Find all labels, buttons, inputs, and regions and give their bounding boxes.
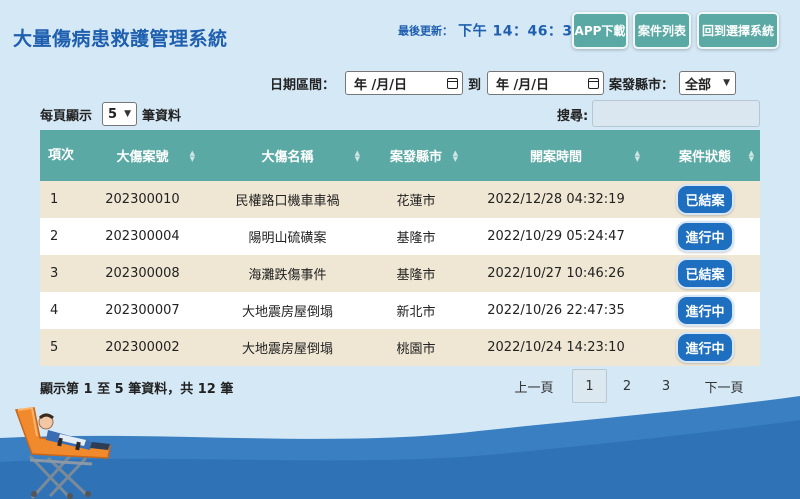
date-start-value: 年 /月/日	[354, 77, 408, 93]
sort-icon[interactable]: ▲ ▼	[190, 149, 195, 162]
cell-case-id: 202300008	[80, 255, 205, 292]
pagination-page-2[interactable]: 2	[612, 369, 642, 403]
pagination-next[interactable]: 下一頁	[695, 369, 753, 403]
cell-status: 進行中	[650, 329, 760, 366]
date-to-label: 到	[468, 77, 482, 93]
cell-city: 基隆市	[370, 218, 462, 255]
per-page-prefix: 每頁顯示	[40, 108, 93, 124]
column-header-opened-time[interactable]: 開案時間 ▲ ▼	[462, 130, 650, 181]
cell-case-id: 202300004	[80, 218, 205, 255]
cell-status: 進行中	[650, 218, 760, 255]
cell-opened-time: 2022/10/29 05:24:47	[462, 218, 650, 255]
column-header-city[interactable]: 案發縣市 ▲ ▼	[370, 130, 462, 181]
date-end-input[interactable]: 年 /月/日	[487, 71, 604, 95]
last-updated-label: 最後更新：	[398, 24, 453, 38]
cell-opened-time: 2022/12/28 04:32:19	[462, 181, 650, 218]
city-filter-label: 案發縣市：	[609, 77, 675, 93]
cell-city: 桃園市	[370, 329, 462, 366]
column-header-case-id[interactable]: 大傷案號 ▲ ▼	[80, 130, 205, 181]
last-updated-time: 下午 14：46：31	[458, 23, 583, 40]
cell-no: 2	[40, 218, 80, 255]
cell-case-id: 202300010	[80, 181, 205, 218]
cell-case-name: 陽明山硫磺案	[205, 218, 370, 255]
sort-icon[interactable]: ▲ ▼	[635, 149, 640, 162]
date-start-input[interactable]: 年 /月/日	[345, 71, 463, 95]
column-header-case-name[interactable]: 大傷名稱 ▲ ▼	[205, 130, 370, 181]
cell-city: 基隆市	[370, 255, 462, 292]
cell-no: 5	[40, 329, 80, 366]
chevron-down-icon: ▼	[124, 109, 131, 119]
cell-case-name: 大地震房屋倒塌	[205, 292, 370, 329]
cell-case-name: 民權路口機車車禍	[205, 181, 370, 218]
sort-icon[interactable]: ▲ ▼	[453, 149, 458, 162]
stretcher-illustration	[14, 406, 111, 499]
cell-city: 花蓮市	[370, 181, 462, 218]
sort-icon[interactable]: ▲ ▼	[355, 149, 360, 162]
date-end-value: 年 /月/日	[496, 77, 550, 93]
cell-case-id: 202300002	[80, 329, 205, 366]
table-row[interactable]: 5 202300002 大地震房屋倒塌 桃園市 2022/10/24 14:23…	[40, 329, 760, 366]
pagination-prev[interactable]: 上一頁	[505, 369, 563, 403]
last-updated: 最後更新： 下午 14：46：31	[398, 20, 583, 41]
cell-no: 1	[40, 181, 80, 218]
case-table: 項次 大傷案號 ▲ ▼ 大傷名稱 ▲ ▼ 案發縣市 ▲ ▼ 開案時間 ▲ ▼ 案件狀態 ▲ ▼ 1 …	[40, 130, 760, 366]
back-to-select-system-button[interactable]: 回到選擇系統	[697, 12, 779, 49]
cell-opened-time: 2022/10/26 22:47:35	[462, 292, 650, 329]
cell-no: 3	[40, 255, 80, 292]
chevron-down-icon: ▼	[723, 78, 730, 88]
cell-no: 4	[40, 292, 80, 329]
search-input[interactable]	[592, 100, 760, 127]
table-row[interactable]: 4 202300007 大地震房屋倒塌 新北市 2022/10/26 22:47…	[40, 292, 760, 329]
status-badge[interactable]: 已結案	[676, 258, 734, 289]
cell-status: 已結案	[650, 255, 760, 292]
status-badge[interactable]: 進行中	[676, 221, 734, 252]
city-select[interactable]: 全部 ▼	[679, 71, 736, 95]
calendar-icon[interactable]	[447, 77, 458, 89]
pagination-page-3[interactable]: 3	[650, 369, 682, 403]
cell-status: 進行中	[650, 292, 760, 329]
table-header-row: 項次 大傷案號 ▲ ▼ 大傷名稱 ▲ ▼ 案發縣市 ▲ ▼ 開案時間 ▲ ▼ 案件狀態 ▲ ▼	[40, 130, 760, 181]
per-page-value: 5	[108, 106, 118, 122]
cell-city: 新北市	[370, 292, 462, 329]
search-label: 搜尋:	[557, 108, 589, 124]
table-row[interactable]: 2 202300004 陽明山硫磺案 基隆市 2022/10/29 05:24:…	[40, 218, 760, 255]
cell-opened-time: 2022/10/24 14:23:10	[462, 329, 650, 366]
cell-case-id: 202300007	[80, 292, 205, 329]
cell-case-name: 海灘跌傷事件	[205, 255, 370, 292]
calendar-icon[interactable]	[588, 77, 599, 89]
case-list-button[interactable]: 案件列表	[633, 12, 691, 49]
table-row[interactable]: 1 202300010 民權路口機車車禍 花蓮市 2022/12/28 04:3…	[40, 181, 760, 218]
app-download-button[interactable]: APP下載	[572, 12, 628, 49]
status-badge[interactable]: 已結案	[676, 184, 734, 215]
status-badge[interactable]: 進行中	[676, 295, 734, 326]
column-header-no[interactable]: 項次	[40, 130, 80, 181]
city-select-value: 全部	[685, 77, 712, 93]
table-row[interactable]: 3 202300008 海灘跌傷事件 基隆市 2022/10/27 10:46:…	[40, 255, 760, 292]
per-page-select[interactable]: 5 ▼	[102, 102, 137, 126]
pagination-page-1[interactable]: 1	[572, 369, 607, 403]
cell-opened-time: 2022/10/27 10:46:26	[462, 255, 650, 292]
status-badge[interactable]: 進行中	[676, 332, 734, 363]
cell-case-name: 大地震房屋倒塌	[205, 329, 370, 366]
date-range-label: 日期區間：	[270, 77, 336, 93]
table-info: 顯示第 1 至 5 筆資料，共 12 筆	[40, 382, 234, 397]
column-header-status[interactable]: 案件狀態 ▲ ▼	[650, 130, 760, 181]
per-page-suffix: 筆資料	[142, 108, 182, 124]
sort-icon[interactable]: ▲ ▼	[749, 149, 754, 162]
cell-status: 已結案	[650, 181, 760, 218]
app-title: 大量傷病患救護管理系統	[13, 28, 228, 50]
